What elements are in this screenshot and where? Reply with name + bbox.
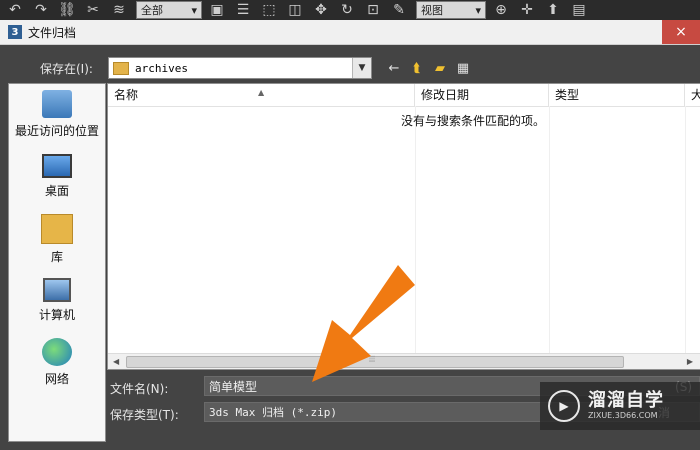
watermark-url: ZIXUE.3D66.COM [588,411,658,420]
close-button[interactable]: × [662,20,700,44]
undo-icon[interactable]: ↶ [4,1,26,19]
recent-locations-icon [42,90,72,118]
dialog-nav-toolbar: ← ⮬ ▰ ▦ [384,59,476,77]
chevron-down-icon[interactable]: ▼ [352,58,371,78]
watermark-title: 溜溜自学 [588,390,664,411]
snap-icon[interactable]: ▤ [568,1,590,19]
unlink-icon[interactable]: ✂ [82,1,104,19]
redo-icon[interactable]: ↷ [30,1,52,19]
chevron-down-icon: ▾ [475,3,481,17]
pivot-icon[interactable]: ⊕ [490,1,512,19]
reference-coordinate-dropdown[interactable]: 视图 ▾ [416,1,486,19]
place-label: 库 [50,250,63,264]
close-icon: × [675,24,687,40]
paint-selection-icon[interactable]: ✎ [388,1,410,19]
grip-icon: ⦙⦙⦙ [369,355,376,365]
file-type-label: 保存类型(T): [110,408,179,422]
network-icon [42,338,72,366]
reference-coordinate-value: 视图 [421,4,443,17]
select-manipulate-icon[interactable]: ✛ [516,1,538,19]
places-bar: 最近访问的位置 桌面 库 计算机 网络 [8,83,106,442]
rectangular-selection-icon[interactable]: ⬚ [258,1,280,19]
place-label: 网络 [44,372,69,386]
keyboard-shortcut-icon[interactable]: ⬆ [542,1,564,19]
save-in-value: archives [135,61,188,75]
place-desktop[interactable]: 桌面 [9,154,105,199]
dialog-titlebar: 3 文件归档 × [0,20,700,45]
window-crossing-icon[interactable]: ◫ [284,1,306,19]
column-header-date-modified[interactable]: 修改日期 [415,84,549,106]
app-toolbar: ↶ ↷ ⛓ ✂ ≋ 全部 ▾ ▣ ☰ ⬚ ◫ ✥ ↻ ⊡ ✎ 视图 ▾ ⊕ ✛ … [0,0,700,20]
column-header-name[interactable]: 名称 ▲ [108,84,415,106]
empty-list-message: 没有与搜索条件匹配的项。 [400,114,545,128]
new-folder-icon[interactable]: ▰ [430,59,450,77]
desktop-icon [42,154,72,178]
up-folder-icon[interactable]: ⮬ [407,59,427,77]
scroll-left-icon[interactable]: ◀ [113,357,119,366]
computer-icon [43,278,71,302]
select-object-icon[interactable]: ▣ [206,1,228,19]
dialog-title: 文件归档 [28,25,77,40]
scrollbar-thumb[interactable]: ⦙⦙⦙ [126,355,624,368]
place-network[interactable]: 网络 [9,338,105,387]
place-library[interactable]: 库 [9,214,105,265]
horizontal-scrollbar[interactable]: ◀ ⦙⦙⦙ ▶ [108,353,700,369]
column-divider [685,106,686,358]
selection-filter-value: 全部 [141,4,163,17]
watermark: ▶ 溜溜自学 ZIXUE.3D66.COM [540,382,700,430]
app-3dsmax-icon: 3 [8,25,22,39]
sort-ascending-icon: ▲ [258,88,265,97]
select-by-name-icon[interactable]: ☰ [232,1,254,19]
selection-filter-dropdown[interactable]: 全部 ▾ [136,1,202,19]
place-label: 最近访问的位置 [14,124,99,138]
link-icon[interactable]: ⛓ [56,1,78,19]
save-in-label: 保存在(I): [40,62,93,76]
column-divider [415,106,416,358]
chevron-down-icon: ▾ [191,3,197,17]
place-label: 计算机 [38,308,75,322]
library-icon [41,214,73,244]
file-name-label: 文件名(N): [110,382,169,396]
column-divider [549,106,550,358]
folder-icon [113,61,129,75]
rotate-icon[interactable]: ↻ [336,1,358,19]
scale-icon[interactable]: ⊡ [362,1,384,19]
place-recent-locations[interactable]: 最近访问的位置 [9,90,105,139]
scroll-right-icon[interactable]: ▶ [687,357,693,366]
column-header-type[interactable]: 类型 [549,84,685,106]
column-header-size[interactable]: 大 [685,84,700,106]
save-in-dropdown[interactable]: archives ▼ [108,57,372,79]
move-icon[interactable]: ✥ [310,1,332,19]
bind-space-warp-icon[interactable]: ≋ [108,1,130,19]
back-arrow-icon[interactable]: ← [384,59,404,77]
place-label: 桌面 [44,184,69,198]
play-logo-icon: ▶ [548,390,580,422]
view-menu-icon[interactable]: ▦ [453,59,473,77]
column-headers: 名称 ▲ 修改日期 类型 大 [108,84,700,107]
place-computer[interactable]: 计算机 [9,278,105,323]
file-list[interactable]: 名称 ▲ 修改日期 类型 大 没有与搜索条件匹配的项。 ◀ ⦙⦙⦙ ▶ [107,83,700,370]
